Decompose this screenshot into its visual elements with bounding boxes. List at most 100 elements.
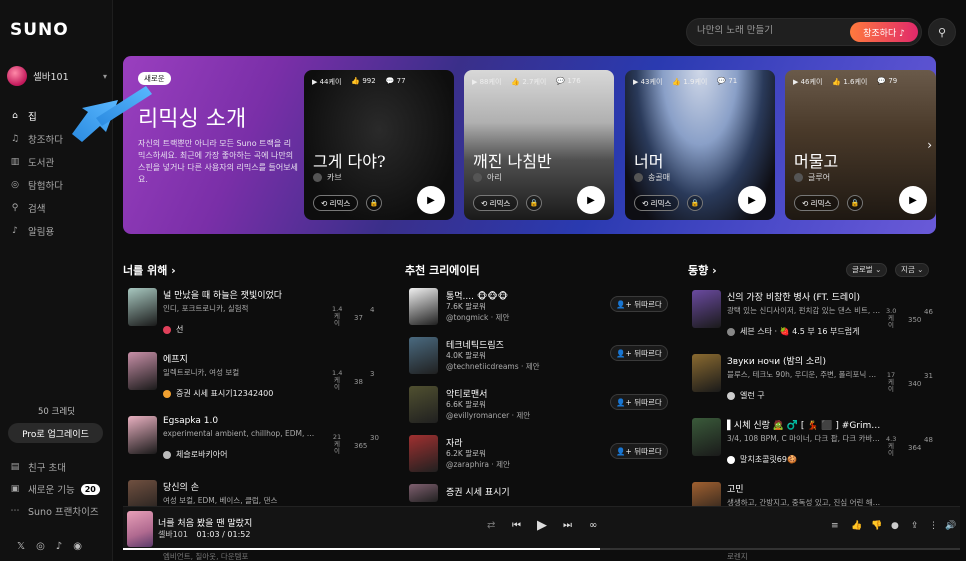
invite-friends-item[interactable]: ▤ 친구 초대	[8, 456, 100, 478]
song-artist[interactable]: 세븐 스타 · 🍓 4.5 부 16 부드럽게	[727, 326, 882, 337]
for-you-title[interactable]: 너를 위해 ›	[123, 262, 176, 278]
creator-row[interactable]: 자라 6.2K 팔로워 @zaraphira · 제안 👤+ 뒤따르다	[409, 435, 668, 475]
search-button[interactable]: ⚲	[928, 18, 956, 46]
volume-icon[interactable]: 🔊	[945, 521, 956, 531]
song-cover[interactable]	[692, 290, 721, 328]
song-title[interactable]: 에프지	[163, 352, 318, 365]
song-row[interactable]: ▌시체 신랑 🧟 ♂️ [ 💃 ⬛ ] #Grimvale / [🎃]... 3/…	[692, 418, 882, 465]
song-title[interactable]: ▌시체 신랑 🧟 ♂️ [ 💃 ⬛ ] #Grimvale / [🎃]...	[727, 418, 882, 431]
song-row[interactable]: Égsapka 1.0 experimental ambient, chillho…	[128, 416, 318, 460]
nav-item-create[interactable]: ♫ 창조하다	[8, 127, 63, 150]
x-icon[interactable]: 𝕏	[17, 541, 25, 552]
song-cover[interactable]	[692, 354, 721, 392]
lock-icon[interactable]: 🔒	[366, 195, 382, 211]
remix-card[interactable]: ▶ 46케이 👍 1.6케이 💬 79 머물고 글루어 ⟲ 리믹스 🔒 ▶	[785, 70, 936, 220]
song-title[interactable]: 신의 가장 비참한 병사 (FT. 드레이)	[727, 290, 882, 303]
song-cover[interactable]	[128, 352, 157, 390]
creator-handle[interactable]: @tongmick · 제안	[446, 312, 509, 323]
follow-button[interactable]: 👤+ 뒤따르다	[610, 443, 668, 459]
remix-button[interactable]: ⟲ 리믹스	[313, 195, 359, 211]
creator-row[interactable]: 증권 시세 표시기	[409, 484, 668, 502]
card-artist[interactable]: 아리	[473, 172, 502, 183]
share-icon[interactable]: ⇪	[911, 521, 919, 531]
song-cover[interactable]	[128, 416, 157, 454]
now-playing-title[interactable]: 너를 처음 봤을 땐 말랐지	[158, 516, 252, 529]
song-artist[interactable]: 선	[163, 324, 318, 335]
suno-logo[interactable]: SUNO	[10, 20, 69, 40]
lock-icon[interactable]: 🔒	[687, 195, 703, 211]
card-artist[interactable]: 송골매	[634, 172, 670, 183]
play-button[interactable]: ▶	[738, 186, 766, 214]
song-title[interactable]: 널 만났을 때 하늘은 잿빛이었다	[163, 288, 318, 301]
playback-progress[interactable]	[123, 548, 960, 550]
creator-handle[interactable]: @technetiicdreams · 제안	[446, 361, 540, 372]
queue-icon[interactable]: ≡	[831, 521, 839, 531]
create-button[interactable]: 창조하다 ♪	[850, 22, 918, 42]
creator-avatar[interactable]	[409, 337, 438, 374]
remix-card[interactable]: ▶ 88케이 👍 2.7케이 💬 176 깨진 나침반 아리 ⟲ 리믹스 🔒 ▶	[464, 70, 614, 220]
instagram-icon[interactable]: ◎	[36, 541, 45, 552]
song-cover[interactable]	[128, 288, 157, 326]
nav-item-library[interactable]: ▥ 도서관	[8, 150, 63, 173]
follow-button[interactable]: 👤+ 뒤따르다	[610, 394, 668, 410]
song-artist[interactable]: 말치초콜릿69🍪	[727, 454, 882, 465]
follow-button[interactable]: 👤+ 뒤따르다	[610, 345, 668, 361]
remix-button[interactable]: ⟲ 리믹스	[473, 195, 519, 211]
creator-name[interactable]: 증권 시세 표시기	[446, 485, 510, 498]
creator-handle[interactable]: @zaraphira · 제안	[446, 459, 510, 470]
nav-item-home[interactable]: ⌂ 집	[8, 104, 63, 127]
song-title[interactable]: Égsapka 1.0	[163, 416, 318, 426]
tiktok-icon[interactable]: ♪	[56, 541, 62, 552]
previous-icon[interactable]: ⏮	[512, 520, 521, 531]
comment-icon[interactable]: ●	[891, 521, 899, 531]
more-icon[interactable]: ⋮	[929, 521, 938, 531]
franchise-item[interactable]: ⋯ Suno 프랜차이즈	[8, 500, 100, 522]
song-title[interactable]: Звуки ночи (밤의 소리)	[727, 354, 882, 367]
play-icon[interactable]: ▶	[537, 518, 547, 533]
song-row[interactable]: 널 만났을 때 하늘은 잿빛이었다 인디, 포크트로니카, 실험적 선	[128, 288, 318, 335]
song-row[interactable]: Звуки ночи (밤의 소리) 블루스, 테크노 90h, 우디운, 주변,…	[692, 354, 882, 401]
song-cover[interactable]	[692, 418, 721, 456]
chevron-right-icon[interactable]: ›	[927, 138, 932, 152]
creator-avatar[interactable]	[409, 435, 438, 472]
play-button[interactable]: ▶	[417, 186, 445, 214]
nav-item-notifications[interactable]: ♪ 알림용	[8, 219, 63, 242]
remix-card[interactable]: ▶ 43케이 👍 1.9케이 💬 71 너머 송골매 ⟲ 리믹스 🔒 ▶	[625, 70, 775, 220]
song-artist[interactable]: 증권 시세 표시기12342400	[163, 388, 318, 399]
remix-card[interactable]: ▶ 44케이 👍 992 💬 77 그게 다야? 카브 ⟲ 리믹스 🔒 ▶	[304, 70, 454, 220]
song-title[interactable]: 당신의 손	[163, 480, 318, 493]
create-song-input[interactable]	[697, 25, 847, 36]
song-row[interactable]: 에프지 일렉트로니카, 여성 보컬 증권 시세 표시기12342400	[128, 352, 318, 399]
whats-new-item[interactable]: ▣ 새로운 기능 20	[8, 478, 100, 500]
play-button[interactable]: ▶	[577, 186, 605, 214]
lock-icon[interactable]: 🔒	[847, 195, 863, 211]
remix-button[interactable]: ⟲ 리믹스	[634, 195, 680, 211]
thumbs-up-icon[interactable]: 👍	[851, 521, 862, 531]
nav-item-search[interactable]: ⚲ 검색	[8, 196, 63, 219]
follow-button[interactable]: 👤+ 뒤따르다	[610, 296, 668, 312]
nav-item-explore[interactable]: ◎ 탐험하다	[8, 173, 63, 196]
global-filter[interactable]: 글로벌 ⌄	[846, 263, 888, 277]
now-playing-cover[interactable]	[127, 511, 153, 547]
creator-handle[interactable]: @evillyromancer · 제안	[446, 410, 530, 421]
creator-row[interactable]: 통먹.... 🐵🐵🐵 7.6K 팔로워 @tongmick · 제안 👤+ 뒤따르다	[409, 288, 668, 328]
creator-row[interactable]: 테크네틱드림즈 4.0K 팔로워 @technetiicdreams · 제안 👤+ …	[409, 337, 668, 377]
lock-icon[interactable]: 🔒	[526, 195, 542, 211]
play-button[interactable]: ▶	[899, 186, 927, 214]
shuffle-icon[interactable]: ⇄	[487, 520, 495, 531]
creator-row[interactable]: 악티로맨서 6.6K 팔로워 @evillyromancer · 제안 👤+ 뒤따르다	[409, 386, 668, 426]
card-artist[interactable]: 글루어	[794, 172, 830, 183]
creator-avatar[interactable]	[409, 288, 438, 325]
song-title[interactable]: 고민	[727, 482, 882, 495]
creator-avatar[interactable]	[409, 484, 438, 502]
time-filter[interactable]: 지금 ⌄	[895, 263, 930, 277]
thumbs-down-icon[interactable]: 👎	[871, 521, 882, 531]
now-playing-artist[interactable]: 셀바101	[158, 530, 188, 539]
song-artist[interactable]: 엘런 구	[727, 390, 882, 401]
trending-title[interactable]: 동향 ›	[688, 262, 717, 278]
song-row[interactable]: 신의 가장 비참한 병사 (FT. 드레이) 광택 있는 신디사이저, 펀치감 있…	[692, 290, 882, 337]
discord-icon[interactable]: ◉	[73, 541, 82, 552]
next-icon[interactable]: ⏭	[563, 520, 572, 531]
upgrade-pro-button[interactable]: Pro로 업그레이드	[8, 423, 103, 443]
loop-icon[interactable]: ∞	[589, 520, 597, 531]
